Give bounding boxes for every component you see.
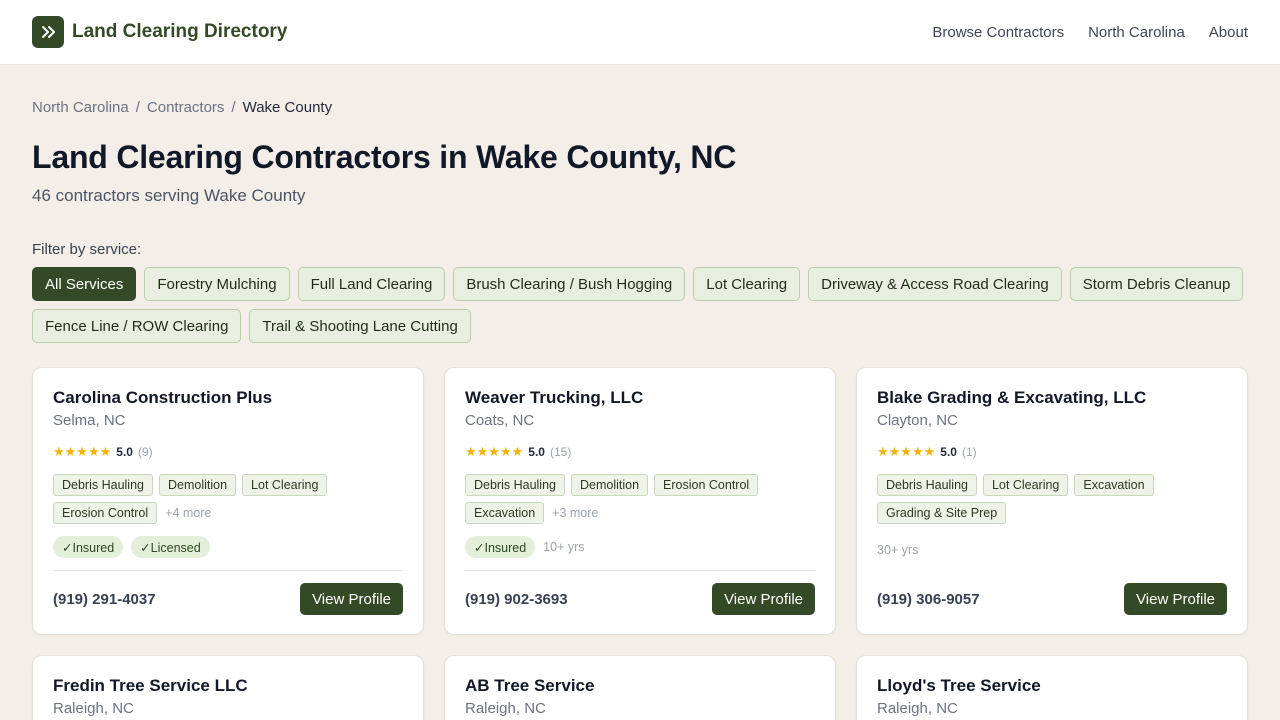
rating: ★★★★★ 5.0 (1) [877, 444, 1227, 460]
filter-label: Filter by service: [32, 241, 142, 258]
filter-chip-trail-cutting[interactable]: Trail & Shooting Lane Cutting [249, 309, 471, 343]
nav-browse-contractors[interactable]: Browse Contractors [932, 24, 1064, 41]
contractor-name[interactable]: Fredin Tree Service LLC [53, 676, 403, 696]
filter-chip-fence-line[interactable]: Fence Line / ROW Clearing [32, 309, 242, 343]
years-experience: 10+ yrs [543, 540, 585, 554]
service-tag: Excavation [1074, 474, 1154, 496]
view-profile-button[interactable]: View Profile [300, 583, 403, 615]
review-count: (15) [549, 445, 572, 459]
rating: ★★★★★ 5.0 (15) [465, 444, 815, 460]
licensed-badge: ✓Licensed [131, 536, 210, 558]
site-header: Land Clearing Directory Browse Contracto… [0, 0, 1280, 65]
contractor-location: Coats, NC [465, 412, 535, 429]
service-tag: Demolition [570, 474, 649, 496]
contractor-location: Selma, NC [53, 412, 126, 429]
card-footer: (919) 902-3693 View Profile [465, 583, 815, 615]
contractor-phone[interactable]: (919) 306-9057 [877, 591, 980, 608]
insured-badge: ✓Insured [53, 536, 124, 558]
filter-chip-driveway-clearing[interactable]: Driveway & Access Road Clearing [808, 267, 1062, 301]
service-tag: Debris Hauling [53, 474, 153, 496]
service-tag: Demolition [158, 474, 237, 496]
card-divider [53, 570, 403, 571]
double-chevron-logo-icon [32, 16, 64, 48]
main-content: North Carolina / Contractors / Wake Coun… [0, 99, 1280, 720]
card-footer: (919) 291-4037 View Profile [53, 583, 403, 615]
contractor-card: Lloyd's Tree Service Raleigh, NC [856, 655, 1248, 720]
contractor-card: AB Tree Service Raleigh, NC [444, 655, 836, 720]
nav-about[interactable]: About [1209, 24, 1248, 41]
view-profile-button[interactable]: View Profile [1124, 583, 1227, 615]
contractor-location: Raleigh, NC [465, 700, 546, 717]
review-count: (1) [961, 445, 977, 459]
filter-chip-storm-debris[interactable]: Storm Debris Cleanup [1069, 267, 1244, 301]
contractor-location: Raleigh, NC [53, 700, 134, 717]
credential-badges: 30+ yrs [877, 539, 1227, 561]
breadcrumb: North Carolina / Contractors / Wake Coun… [32, 99, 1248, 116]
contractor-card: Weaver Trucking, LLC Coats, NC ★★★★★ 5.0… [444, 367, 836, 635]
service-tag: Erosion Control [53, 502, 158, 524]
page-title: Land Clearing Contractors in Wake County… [32, 139, 737, 175]
star-rating-icon: ★★★★★ [877, 444, 936, 459]
breadcrumb-current: Wake County [242, 99, 333, 116]
breadcrumb-separator: / [231, 99, 236, 116]
service-tags: Debris Hauling Demolition Lot Clearing E… [53, 474, 383, 524]
filter-chip-forestry-mulching[interactable]: Forestry Mulching [144, 267, 290, 301]
card-divider [465, 570, 815, 571]
contractor-phone[interactable]: (919) 291-4037 [53, 591, 156, 608]
filter-chip-full-land-clearing[interactable]: Full Land Clearing [297, 267, 446, 301]
more-services: +4 more [165, 506, 212, 520]
nav-north-carolina[interactable]: North Carolina [1088, 24, 1185, 41]
contractor-phone[interactable]: (919) 902-3693 [465, 591, 568, 608]
contractor-location: Clayton, NC [877, 412, 958, 429]
years-experience: 30+ yrs [877, 543, 919, 557]
brand-link[interactable]: Land Clearing Directory [32, 16, 287, 48]
service-tag: Erosion Control [654, 474, 759, 496]
more-services: +3 more [552, 506, 599, 520]
service-tag: Lot Clearing [242, 474, 328, 496]
filter-chip-all-services[interactable]: All Services [32, 267, 137, 301]
rating-value: 5.0 [116, 445, 133, 459]
service-tag: Debris Hauling [877, 474, 977, 496]
breadcrumb-north-carolina[interactable]: North Carolina [32, 99, 129, 116]
star-rating-icon: ★★★★★ [465, 444, 524, 459]
contractor-name[interactable]: Weaver Trucking, LLC [465, 388, 815, 408]
page-subtitle: 46 contractors serving Wake County [32, 186, 306, 205]
review-count: (9) [137, 445, 153, 459]
card-footer: (919) 306-9057 View Profile [877, 583, 1227, 615]
filter-chip-brush-clearing[interactable]: Brush Clearing / Bush Hogging [453, 267, 686, 301]
rating-value: 5.0 [940, 445, 957, 459]
breadcrumb-separator: / [135, 99, 140, 116]
contractor-name[interactable]: Lloyd's Tree Service [877, 676, 1227, 696]
contractor-card: Blake Grading & Excavating, LLC Clayton,… [856, 367, 1248, 635]
contractor-card: Carolina Construction Plus Selma, NC ★★★… [32, 367, 424, 635]
contractor-location: Raleigh, NC [877, 700, 958, 717]
service-tag: Debris Hauling [465, 474, 565, 496]
service-tags: Debris Hauling Lot Clearing Excavation G… [877, 474, 1207, 524]
service-tag: Grading & Site Prep [877, 502, 1007, 524]
service-tag: Excavation [465, 502, 545, 524]
credential-badges: ✓Insured ✓Licensed [53, 536, 403, 558]
breadcrumb-contractors[interactable]: Contractors [147, 99, 225, 116]
contractor-card: Fredin Tree Service LLC Raleigh, NC [32, 655, 424, 720]
service-filter-chips: All Services Forestry Mulching Full Land… [32, 267, 1248, 343]
contractor-name[interactable]: AB Tree Service [465, 676, 815, 696]
contractor-name[interactable]: Carolina Construction Plus [53, 388, 403, 408]
rating-value: 5.0 [528, 445, 545, 459]
main-nav: Browse Contractors North Carolina About [932, 24, 1248, 41]
view-profile-button[interactable]: View Profile [712, 583, 815, 615]
service-tags: Debris Hauling Demolition Erosion Contro… [465, 474, 795, 524]
insured-badge: ✓Insured [465, 536, 536, 558]
contractor-name[interactable]: Blake Grading & Excavating, LLC [877, 388, 1227, 408]
filter-chip-lot-clearing[interactable]: Lot Clearing [693, 267, 801, 301]
brand-name: Land Clearing Directory [72, 21, 288, 42]
contractor-grid: Carolina Construction Plus Selma, NC ★★★… [32, 367, 1248, 720]
service-tag: Lot Clearing [982, 474, 1069, 496]
star-rating-icon: ★★★★★ [53, 444, 112, 459]
credential-badges: ✓Insured 10+ yrs [465, 536, 815, 558]
rating: ★★★★★ 5.0 (9) [53, 444, 403, 460]
